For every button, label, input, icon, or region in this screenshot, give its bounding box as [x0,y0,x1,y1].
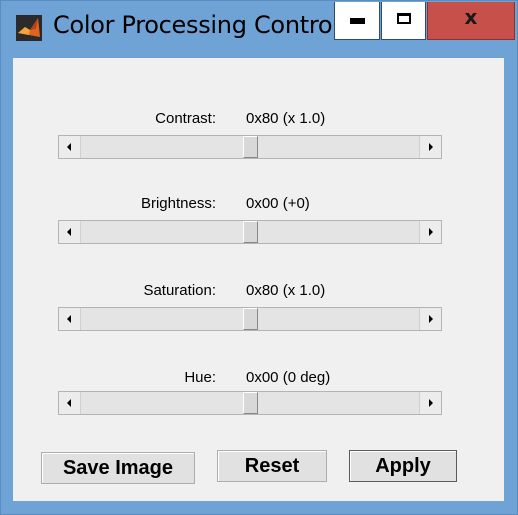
save-image-button[interactable]: Save Image [41,452,195,484]
apply-button[interactable]: Apply [349,450,457,482]
brightness-value: 0x00 (+0) [246,195,310,212]
minimize-button[interactable] [334,2,380,40]
slider-right-arrow-icon[interactable] [419,308,441,330]
maximize-icon [397,13,411,24]
saturation-value: 0x80 (x 1.0) [246,282,326,299]
slider-left-arrow-icon[interactable] [59,392,81,414]
reset-button[interactable]: Reset [217,450,327,482]
title-bar[interactable]: Color Processing Control x [1,1,517,51]
brightness-label: Brightness: [140,195,216,212]
window-title: Color Processing Control [53,11,339,39]
hue-value: 0x00 (0 deg) [246,369,331,386]
color-processing-window: Color Processing Control x Contrast: 0x8… [0,0,518,515]
brightness-slider[interactable] [58,220,442,244]
contrast-value: 0x80 (x 1.0) [246,110,326,127]
hue-slider-thumb[interactable] [242,392,258,414]
saturation-slider-thumb[interactable] [242,308,258,330]
close-button[interactable]: x [427,2,515,40]
close-icon: x [464,5,478,29]
saturation-slider[interactable] [58,307,442,331]
maximize-button[interactable] [381,2,426,40]
control-panel: Contrast: 0x80 (x 1.0) Brightness: 0x00 … [13,58,504,501]
brightness-slider-thumb[interactable] [242,221,258,243]
slider-right-arrow-icon[interactable] [419,392,441,414]
contrast-slider-thumb[interactable] [242,136,258,158]
slider-left-arrow-icon[interactable] [59,136,81,158]
saturation-label: Saturation: [143,282,216,299]
contrast-slider[interactable] [58,135,442,159]
matlab-icon [16,15,42,41]
slider-left-arrow-icon[interactable] [59,221,81,243]
contrast-label: Contrast: [155,110,216,127]
window-bottom-border [1,506,517,514]
hue-slider[interactable] [58,391,442,415]
slider-left-arrow-icon[interactable] [59,308,81,330]
slider-right-arrow-icon[interactable] [419,136,441,158]
minimize-icon [350,18,365,24]
slider-right-arrow-icon[interactable] [419,221,441,243]
hue-label: Hue: [184,369,216,386]
